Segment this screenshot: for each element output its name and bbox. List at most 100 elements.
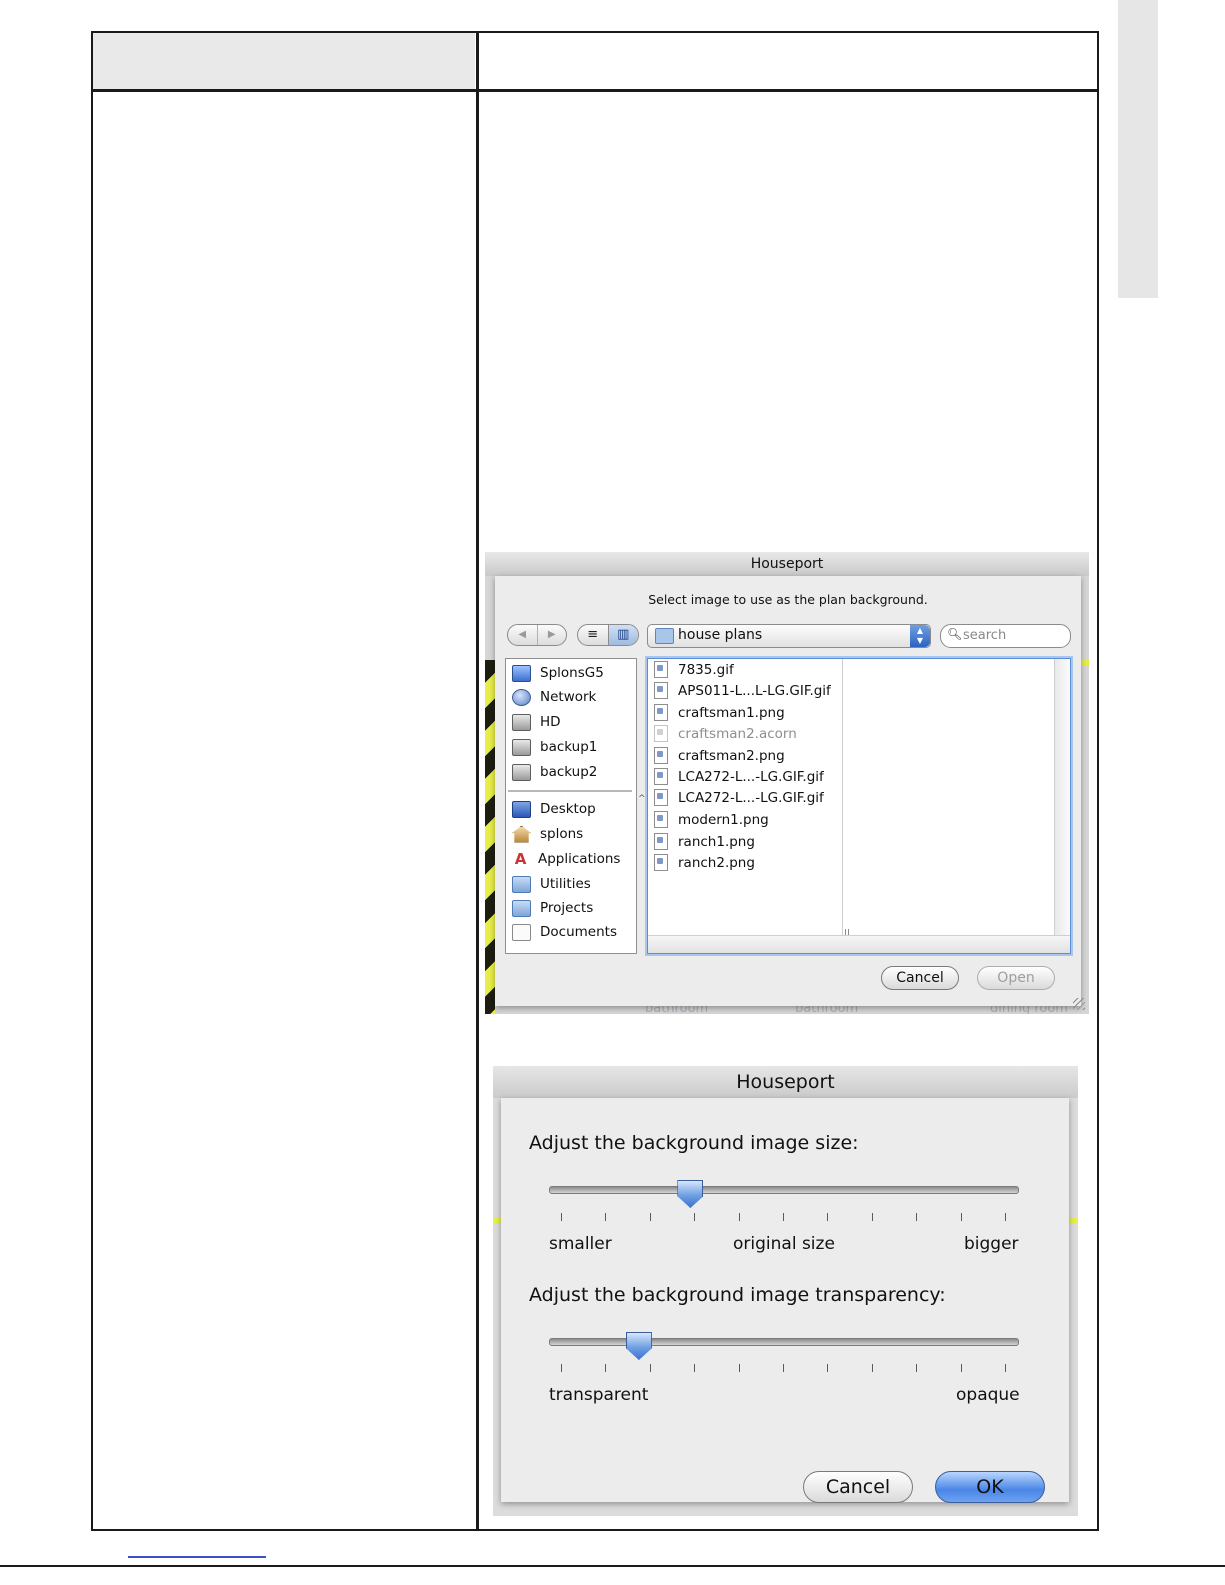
cancel-button[interactable]: Cancel — [881, 966, 959, 990]
slider-tick — [871, 1364, 873, 1372]
cancel-button[interactable]: Cancel — [803, 1471, 913, 1503]
search-field[interactable]: 🔍︎ search — [940, 624, 1071, 648]
background-hazard-stripes — [485, 660, 495, 1014]
sidebar-item-label: HD — [540, 714, 561, 730]
sidebar-item-backup2[interactable]: backup2 — [512, 761, 597, 783]
sidebar-item-applications[interactable]: A Applications — [512, 848, 621, 870]
search-icon: 🔍︎ — [947, 627, 963, 641]
sidebar-item-hd[interactable]: HD — [512, 711, 561, 733]
hard-disk-icon — [512, 763, 531, 781]
sidebar-item-label: backup1 — [540, 739, 598, 755]
file-item[interactable]: craftsman2.png — [654, 745, 785, 766]
ok-button[interactable]: OK — [935, 1471, 1045, 1503]
size-slider-ticks — [561, 1213, 1006, 1223]
resize-grip-icon[interactable] — [1073, 998, 1085, 1010]
transparency-slider-thumb[interactable] — [625, 1332, 652, 1360]
list-view-icon[interactable]: ≡ — [578, 625, 608, 645]
sidebar-item-documents[interactable]: Documents — [512, 921, 617, 943]
folder-icon — [512, 899, 531, 917]
transparency-slider-track[interactable] — [549, 1338, 1019, 1346]
sidebar-item-label: SplonsG5 — [540, 665, 604, 681]
sidebar-item-splons[interactable]: splons — [512, 823, 583, 845]
sidebar-item-projects[interactable]: Projects — [512, 897, 593, 919]
sidebar-item-backup1[interactable]: backup1 — [512, 736, 597, 758]
slider-tick — [1004, 1364, 1006, 1372]
file-name: modern1.png — [678, 811, 769, 828]
popup-arrows-icon: ▲ ▼ — [910, 625, 930, 647]
size-mid-label: original size — [733, 1234, 835, 1254]
adjust-sheet: Adjust the background image size: smalle… — [501, 1098, 1069, 1503]
transparency-slider-ticks — [561, 1364, 1006, 1374]
image-file-icon — [654, 854, 668, 871]
image-file-icon — [654, 833, 668, 850]
sidebar-item-label: Applications — [538, 851, 621, 867]
file-item[interactable]: APS011-L...L-LG.GIF.gif — [654, 680, 831, 701]
table-header-cell — [93, 33, 475, 90]
computer-icon — [512, 664, 531, 682]
location-popup[interactable]: house plans ▲ ▼ — [647, 624, 931, 648]
home-icon — [512, 825, 531, 843]
sidebar-item-splonsg5[interactable]: SplonsG5 — [512, 662, 604, 684]
desktop-icon — [512, 800, 531, 818]
slider-tick — [649, 1213, 651, 1221]
slider-tick — [605, 1213, 607, 1221]
vertical-scrollbar[interactable] — [1054, 659, 1070, 935]
slider-tick — [605, 1364, 607, 1372]
forward-arrow-icon[interactable]: ▶ — [538, 625, 567, 645]
document-file-icon — [654, 725, 668, 742]
file-item[interactable]: craftsman1.png — [654, 702, 785, 723]
location-label: house plans — [678, 627, 763, 643]
column-view-icon[interactable]: ▥ — [607, 625, 638, 645]
slider-tick — [1004, 1213, 1006, 1221]
footer-link-underline — [128, 1556, 266, 1558]
slider-tick — [782, 1213, 784, 1221]
view-mode-control: ≡ ▥ — [577, 624, 639, 646]
sidebar-item-label: backup2 — [540, 764, 598, 780]
file-column: 7835.gif APS011-L...L-LG.GIF.gif craftsm… — [648, 659, 843, 935]
open-image-dialog-screenshot: Houseport bathroom bathroom dining room … — [485, 552, 1089, 1014]
slider-tick — [738, 1213, 740, 1221]
file-name: APS011-L...L-LG.GIF.gif — [678, 682, 831, 699]
slider-tick — [694, 1364, 696, 1372]
back-arrow-icon[interactable]: ◀ — [508, 625, 538, 645]
file-item[interactable]: 7835.gif — [654, 659, 734, 680]
open-button[interactable]: Open — [977, 966, 1055, 990]
size-slider-thumb[interactable] — [677, 1180, 704, 1208]
file-item[interactable]: modern1.png — [654, 809, 769, 830]
file-browser: 7835.gif APS011-L...L-LG.GIF.gif craftsm… — [647, 658, 1071, 954]
file-item[interactable]: LCA272-L...-LG.GIF.gif — [654, 766, 824, 787]
size-label: Adjust the background image size: — [529, 1132, 859, 1154]
slider-tick — [916, 1213, 918, 1221]
slider-tick — [694, 1213, 696, 1221]
slider-tick — [561, 1213, 562, 1221]
slider-tick — [871, 1213, 873, 1221]
file-item[interactable]: LCA272-L...-LG.GIF.gif — [654, 787, 824, 808]
sidebar-item-network[interactable]: Network — [512, 686, 596, 708]
sidebar-resize-handle[interactable]: ^ — [638, 794, 646, 804]
slider-tick — [827, 1364, 829, 1372]
sidebar-item-utilities[interactable]: Utilities — [512, 873, 591, 895]
file-item[interactable]: ranch2.png — [654, 852, 755, 873]
adjust-background-dialog-screenshot: Houseport Adjust the background image si… — [493, 1066, 1078, 1516]
file-item[interactable]: ranch1.png — [654, 831, 755, 852]
chapter-tab — [1118, 0, 1158, 298]
image-file-icon — [654, 661, 668, 678]
size-slider-track[interactable] — [549, 1186, 1019, 1194]
image-file-icon — [654, 747, 668, 764]
slider-tick — [916, 1364, 918, 1372]
footer-rule — [0, 1565, 1225, 1567]
file-name: 7835.gif — [678, 661, 734, 678]
file-name: ranch2.png — [678, 854, 755, 871]
sidebar-item-label: splons — [540, 826, 584, 842]
horizontal-scrollbar[interactable] — [648, 935, 1070, 953]
sidebar-item-desktop[interactable]: Desktop — [512, 798, 596, 820]
transparency-max-label: opaque — [956, 1385, 1020, 1405]
column-divider — [476, 31, 479, 1530]
hard-disk-icon — [512, 713, 531, 731]
image-file-icon — [654, 768, 668, 785]
image-file-icon — [654, 704, 668, 721]
file-name: craftsman2.acorn — [678, 725, 797, 742]
open-prompt: Select image to use as the plan backgrou… — [648, 592, 928, 607]
image-file-icon — [654, 789, 668, 806]
image-file-icon — [654, 811, 668, 828]
